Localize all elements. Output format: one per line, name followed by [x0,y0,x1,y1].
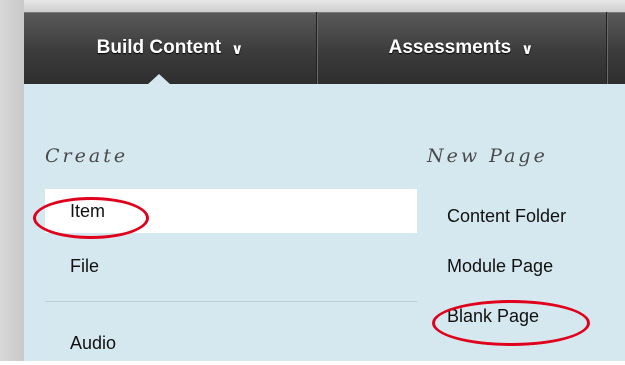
menu-item-audio[interactable]: Audio [45,321,417,365]
new-page-section-heading: New Page [427,145,548,167]
chevron-down-icon: ∨ [521,41,534,58]
build-content-label: Build Content [96,37,222,58]
chevron-down-icon: ∨ [231,41,244,58]
toolbar-divider [606,12,608,84]
build-content-dropdown-menu: Create New Page Item File Audio Content … [24,84,625,361]
assessments-button[interactable]: Assessments ∨ [316,12,606,84]
course-toolbar: Build Content ∨ Assessments ∨ [24,12,625,84]
menu-divider [45,301,417,302]
dropdown-pointer-arrow [147,74,171,85]
assessments-label: Assessments [388,37,512,58]
create-section-heading: Create [45,145,129,167]
menu-item-module-page[interactable]: Module Page [447,244,625,288]
window-top-border [0,0,625,12]
menu-item-file[interactable]: File [45,244,417,288]
menu-item-blank-page[interactable]: Blank Page [447,294,625,338]
menu-item-content-folder[interactable]: Content Folder [447,194,625,238]
menu-item-item[interactable]: Item [45,189,417,233]
window-left-border [0,0,24,361]
